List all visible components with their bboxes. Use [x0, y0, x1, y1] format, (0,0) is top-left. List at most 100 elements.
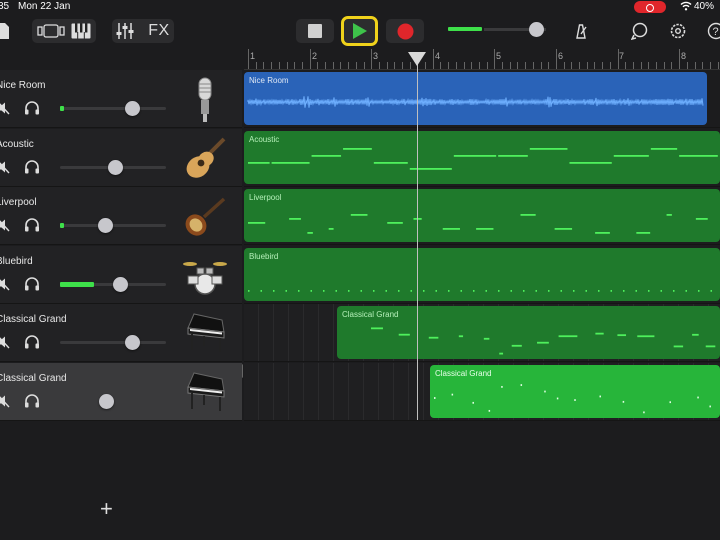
headphones-icon[interactable]: [24, 159, 40, 174]
help-icon: ?: [707, 22, 720, 40]
ruler-bar-number: 1: [250, 51, 256, 61]
mute-icon[interactable]: [0, 218, 10, 232]
loop-icon: [631, 22, 649, 40]
volume-knob[interactable]: [98, 218, 113, 233]
drum-kit-icon[interactable]: [182, 252, 228, 298]
status-bar: 35 Mon 22 Jan 40%: [0, 0, 720, 14]
ruler-tick: [387, 62, 388, 69]
mixer-icon: [116, 22, 134, 40]
status-date: Mon 22 Jan: [18, 1, 71, 12]
ruler-tick: [610, 62, 611, 69]
playhead-handle[interactable]: [408, 52, 426, 66]
timeline-ruler[interactable]: 1 2 3 4 5 6 7 8: [244, 49, 720, 70]
headphones-icon[interactable]: [24, 393, 40, 408]
track-volume-slider[interactable]: [60, 101, 166, 116]
track-header[interactable]: Nice Room: [0, 70, 242, 128]
headphones-icon[interactable]: [24, 335, 40, 349]
ruler-tick: [448, 62, 449, 69]
playhead-line: [417, 60, 418, 420]
track-volume-slider[interactable]: [60, 218, 166, 233]
fx-icon: FX: [148, 22, 170, 39]
view-toggle-button[interactable]: [32, 19, 96, 43]
headphones-icon[interactable]: [24, 276, 40, 291]
track-volume-slider[interactable]: [60, 335, 166, 350]
track-lane[interactable]: Bluebird: [244, 246, 720, 304]
track-volume-slider[interactable]: [60, 393, 166, 409]
ruler-tick: [564, 62, 565, 69]
ruler-tick: [364, 62, 365, 69]
volume-knob[interactable]: [125, 335, 140, 350]
loop-button[interactable]: [628, 19, 652, 43]
volume-knob[interactable]: [108, 159, 123, 175]
master-volume-knob[interactable]: [529, 22, 544, 37]
ruler-tick: [317, 62, 318, 69]
ruler-tick: [371, 49, 372, 69]
track-header[interactable]: Liverpool: [0, 187, 242, 245]
track-header[interactable]: Acoustic: [0, 128, 242, 187]
track-region[interactable]: Acoustic: [244, 130, 720, 184]
metronome-button[interactable]: [568, 19, 594, 43]
mute-icon[interactable]: [0, 160, 10, 174]
track-lane[interactable]: Classical Grand: [244, 304, 720, 362]
ruler-tick: [695, 62, 696, 69]
volume-knob[interactable]: [99, 393, 114, 409]
track-volume-slider[interactable]: [60, 276, 166, 292]
ruler-tick: [533, 62, 534, 69]
track-region[interactable]: Nice Room: [244, 72, 707, 125]
master-volume-icon: [448, 27, 482, 31]
ruler-tick: [625, 62, 626, 69]
svg-text:?: ?: [713, 26, 719, 38]
ruler-tick: [248, 49, 249, 69]
ruler-tick: [548, 62, 549, 69]
master-volume-slider[interactable]: [448, 22, 552, 37]
ruler-tick: [502, 62, 503, 69]
help-button[interactable]: ?: [704, 19, 720, 43]
browser-icon[interactable]: [0, 19, 12, 43]
mute-icon[interactable]: [0, 277, 10, 291]
volume-knob[interactable]: [125, 101, 140, 116]
screen-recording-indicator: [634, 1, 666, 13]
track-lane[interactable]: Classical Grand: [244, 362, 720, 421]
ruler-bar-number: 4: [435, 51, 441, 61]
add-track-button[interactable]: +: [100, 496, 113, 522]
track-region[interactable]: Bluebird: [244, 247, 720, 301]
track-region[interactable]: Liverpool: [244, 189, 720, 242]
ruler-tick: [587, 62, 588, 69]
ruler-tick: [633, 62, 634, 69]
acoustic-guitar-icon[interactable]: [182, 135, 228, 181]
track-header[interactable]: Classical Grand: [0, 362, 242, 421]
stop-button[interactable]: [296, 19, 334, 43]
record-button[interactable]: [386, 19, 424, 43]
grand-piano-icon[interactable]: [182, 310, 228, 356]
ruler-tick: [479, 62, 480, 69]
grand-piano-icon[interactable]: [182, 369, 228, 415]
keyboard-icon: [71, 23, 91, 39]
microphone-icon[interactable]: [182, 76, 228, 122]
track-volume-slider[interactable]: [60, 159, 166, 175]
ruler-tick: [656, 62, 657, 69]
volume-knob[interactable]: [113, 276, 128, 292]
mute-icon[interactable]: [0, 335, 10, 349]
waveform: [247, 96, 704, 108]
track-lane[interactable]: Nice Room: [244, 70, 720, 128]
ruler-tick: [679, 49, 680, 69]
track-region[interactable]: Classical Grand: [430, 364, 720, 418]
ruler-bar-number: 6: [558, 51, 564, 61]
headphones-icon[interactable]: [24, 101, 40, 115]
track-name: Liverpool: [0, 197, 37, 208]
play-button[interactable]: [341, 16, 378, 46]
track-region[interactable]: Classical Grand: [337, 306, 720, 359]
mute-icon[interactable]: [0, 101, 10, 115]
settings-button[interactable]: [666, 19, 690, 43]
mixer-fx-button[interactable]: FX: [112, 19, 174, 43]
headphones-icon[interactable]: [24, 218, 40, 232]
ruler-tick: [456, 62, 457, 69]
ruler-tick: [402, 62, 403, 69]
timeline-area[interactable]: Nice Room Acoustic Liverpool Bluebird Classi…: [244, 70, 720, 540]
track-lane[interactable]: Acoustic: [244, 129, 720, 187]
bass-guitar-icon[interactable]: [182, 193, 228, 239]
track-lane[interactable]: Liverpool: [244, 187, 720, 245]
track-header[interactable]: Bluebird: [0, 245, 242, 304]
track-header[interactable]: Classical Grand: [0, 304, 242, 362]
mute-icon[interactable]: [0, 394, 10, 408]
